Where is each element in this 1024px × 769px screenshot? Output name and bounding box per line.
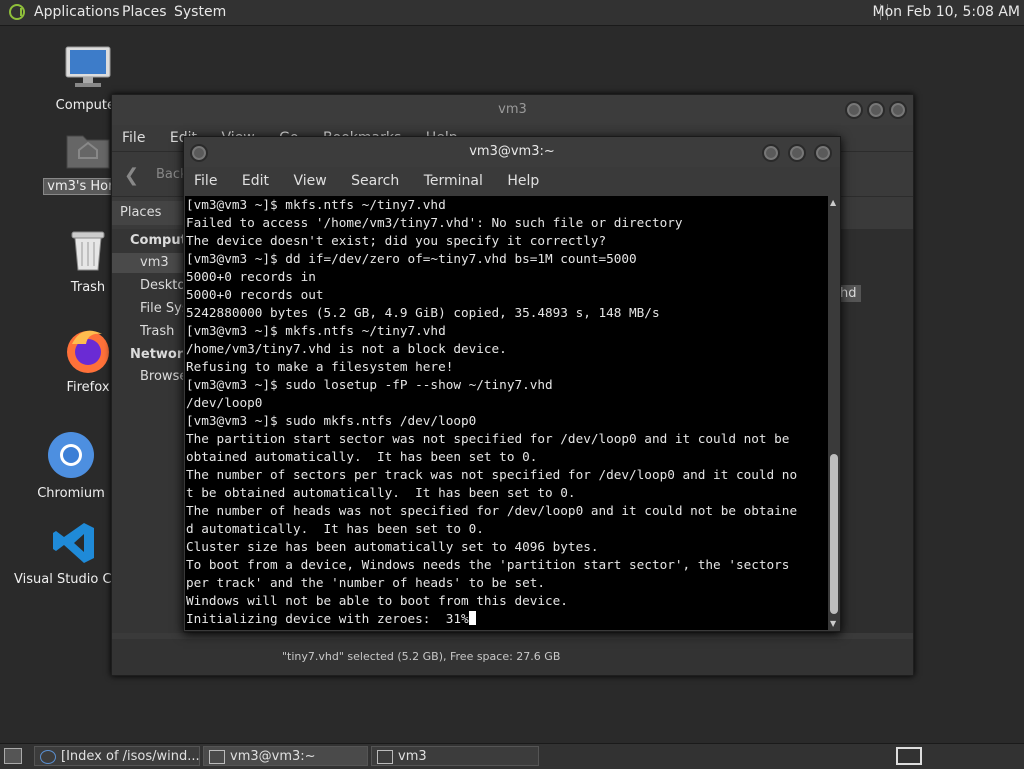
- scroll-up-icon[interactable]: ▲: [830, 198, 836, 207]
- terminal-line: Refusing to make a filesystem here!: [186, 359, 454, 374]
- menu-file[interactable]: File: [194, 173, 217, 189]
- terminal-line: [vm3@vm3 ~]$ mkfs.ntfs ~/tiny7.vhd: [186, 323, 446, 338]
- chromium-icon: [48, 432, 94, 478]
- maximize-button[interactable]: [867, 101, 885, 119]
- distro-logo-icon[interactable]: [9, 4, 25, 20]
- menu-edit[interactable]: Edit: [242, 173, 269, 189]
- task-file-manager[interactable]: vm3: [371, 746, 539, 766]
- terminal-line: Windows will not be able to boot from th…: [186, 593, 568, 608]
- minimize-button[interactable]: [762, 144, 780, 162]
- terminal-line: /home/vm3/tiny7.vhd is not a block devic…: [186, 341, 507, 356]
- status-text: "tiny7.vhd" selected (5.2 GB), Free spac…: [282, 650, 561, 663]
- terminal-line: 5000+0 records in: [186, 269, 316, 284]
- terminal-task-icon: [209, 750, 225, 764]
- computer-icon: [65, 46, 111, 87]
- bottom-panel: [Index of /isos/wind... vm3@vm3:~ vm3: [0, 743, 1024, 769]
- window-title: vm3: [112, 95, 913, 125]
- menu-search[interactable]: Search: [351, 173, 399, 189]
- terminal-line: Cluster size has been automatically set …: [186, 539, 599, 554]
- terminal-window[interactable]: vm3@vm3:~ File Edit View Search Terminal…: [183, 136, 841, 632]
- menu-view[interactable]: View: [293, 173, 326, 189]
- sidebar-section-network: Network: [130, 347, 184, 362]
- minimize-button[interactable]: [845, 101, 863, 119]
- menu-help[interactable]: Help: [507, 173, 539, 189]
- home-folder-icon: [66, 135, 110, 169]
- status-bar: "tiny7.vhd" selected (5.2 GB), Free spac…: [112, 639, 913, 675]
- menu-file[interactable]: File: [122, 130, 145, 146]
- scrollbar-thumb[interactable]: [830, 454, 838, 614]
- task-label: vm3: [398, 749, 427, 764]
- terminal-line: [vm3@vm3 ~]$ sudo losetup -fP --show ~/t…: [186, 377, 553, 392]
- chromium-task-icon: [40, 750, 56, 764]
- places-dropdown[interactable]: Places: [112, 201, 184, 225]
- sidebar-item-home[interactable]: vm3: [140, 255, 184, 270]
- applications-menu[interactable]: Applications: [34, 4, 120, 20]
- menu-terminal[interactable]: Terminal: [424, 173, 483, 189]
- window-menu-button[interactable]: [190, 144, 208, 162]
- clock[interactable]: Mon Feb 10, 5:08 AM: [873, 4, 1020, 20]
- sidebar: Computer vm3 Desktop File System Trash N…: [112, 229, 202, 633]
- folder-task-icon: [377, 750, 393, 764]
- task-label: vm3@vm3:~: [230, 749, 316, 764]
- close-button[interactable]: [889, 101, 907, 119]
- places-menu[interactable]: Places: [122, 4, 167, 20]
- desktop-icon-label: Chromium: [37, 486, 105, 501]
- terminal-line: 5242880000 bytes (5.2 GB, 4.9 GiB) copie…: [186, 305, 660, 320]
- desktop-icon-label: Firefox: [66, 380, 110, 395]
- vscode-icon: [53, 523, 94, 563]
- maximize-button[interactable]: [788, 144, 806, 162]
- terminal-line: 5000+0 records out: [186, 287, 324, 302]
- desktop-icon-label: Trash: [70, 280, 106, 295]
- sidebar-item-trash[interactable]: Trash: [140, 324, 184, 339]
- terminal-cursor: [468, 611, 476, 625]
- terminal-output[interactable]: [vm3@vm3 ~]$ mkfs.ntfs ~/tiny7.vhd Failed…: [185, 196, 829, 630]
- terminal-line: The partition start sector was not speci…: [186, 431, 790, 446]
- terminal-line: [vm3@vm3 ~]$ dd if=/dev/zero of=~tiny7.v…: [186, 251, 637, 266]
- task-label: [Index of /isos/wind...: [61, 749, 200, 764]
- sidebar-item-browse-network[interactable]: Browse Network: [140, 369, 184, 384]
- system-menu[interactable]: System: [174, 4, 226, 20]
- menu-bar: File Edit View Search Terminal Help: [184, 167, 840, 195]
- sidebar-item-filesystem[interactable]: File System: [140, 301, 184, 316]
- terminal-line: /dev/loop0: [186, 395, 263, 410]
- top-panel: Applications Places System Mon Feb 10, 5…: [0, 0, 1024, 26]
- terminal-line: t be obtained automatically. It has been…: [186, 485, 576, 500]
- terminal-scrollbar[interactable]: ▲ ▼: [828, 196, 840, 630]
- terminal-line: per track' and the 'number of heads' to …: [186, 575, 546, 590]
- terminal-line: d automatically. It has been set to 0.: [186, 521, 484, 536]
- terminal-line: The number of heads was not specified fo…: [186, 503, 798, 518]
- back-arrow-icon: ❮: [124, 165, 140, 186]
- terminal-line: [vm3@vm3 ~]$ mkfs.ntfs ~/tiny7.vhd: [186, 197, 446, 212]
- terminal-line: Failed to access '/home/vm3/tiny7.vhd': …: [186, 215, 683, 230]
- workspace-switcher-icon[interactable]: [896, 747, 922, 765]
- task-terminal[interactable]: vm3@vm3:~: [203, 746, 368, 766]
- terminal-line: The device doesn't exist; did you specif…: [186, 233, 607, 248]
- task-browser[interactable]: [Index of /isos/wind...: [34, 746, 200, 766]
- terminal-line: The number of sectors per track was not …: [186, 467, 798, 482]
- terminal-line: obtained automatically. It has been set …: [186, 449, 538, 464]
- scroll-down-icon[interactable]: ▼: [830, 619, 836, 628]
- show-desktop-icon[interactable]: [4, 748, 22, 764]
- terminal-line: Initializing device with zeroes: 31%: [186, 610, 829, 628]
- terminal-line: [vm3@vm3 ~]$ sudo mkfs.ntfs /dev/loop0: [186, 413, 477, 428]
- trash-icon: [71, 231, 105, 271]
- window-title: vm3@vm3:~: [184, 137, 840, 167]
- firefox-icon: [67, 330, 109, 373]
- terminal-line: To boot from a device, Windows needs the…: [186, 557, 790, 572]
- close-button[interactable]: [814, 144, 832, 162]
- sidebar-item-desktop[interactable]: Desktop: [140, 278, 184, 293]
